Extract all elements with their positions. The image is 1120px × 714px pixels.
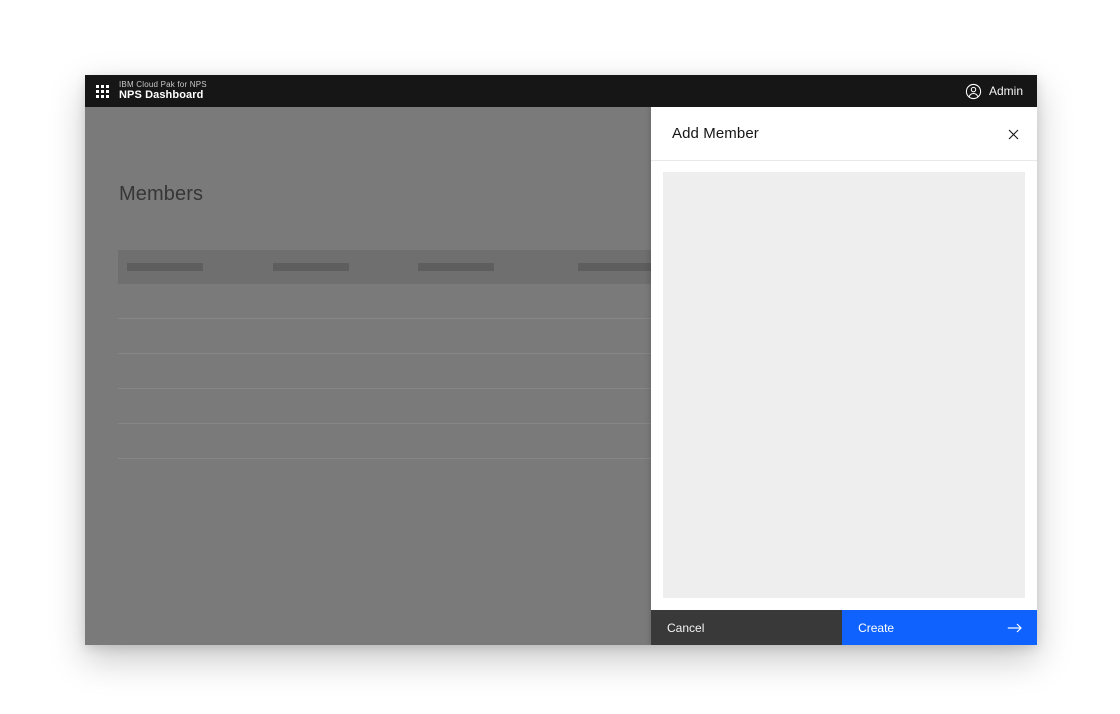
skeleton-header-bar <box>127 263 203 271</box>
arrow-right-icon <box>1007 622 1023 634</box>
page-title: Members <box>119 183 203 206</box>
user-avatar-icon <box>965 83 982 100</box>
panel-body <box>651 161 1037 610</box>
add-member-panel: Add Member Cancel Create <box>651 107 1037 645</box>
create-button-label: Create <box>858 621 894 635</box>
close-icon <box>1007 128 1020 141</box>
panel-title: Add Member <box>672 125 759 142</box>
grid-switcher-icon <box>96 85 109 98</box>
cancel-button-label: Cancel <box>667 621 704 635</box>
app-switcher-button[interactable] <box>85 75 119 107</box>
panel-header: Add Member <box>651 107 1037 161</box>
form-placeholder <box>663 172 1025 598</box>
app-header: IBM Cloud Pak for NPS NPS Dashboard Admi… <box>85 75 1037 107</box>
product-line-label: IBM Cloud Pak for NPS <box>119 80 207 89</box>
panel-footer: Cancel Create <box>651 610 1037 645</box>
cancel-button[interactable]: Cancel <box>651 610 842 645</box>
header-titles: IBM Cloud Pak for NPS NPS Dashboard <box>119 80 207 102</box>
app-window: IBM Cloud Pak for NPS NPS Dashboard Admi… <box>85 75 1037 645</box>
app-name-label: NPS Dashboard <box>119 89 207 102</box>
skeleton-header-bar <box>418 263 494 271</box>
skeleton-header-bar <box>273 263 349 271</box>
user-menu[interactable]: Admin <box>965 75 1023 107</box>
close-button[interactable] <box>997 118 1029 150</box>
page-background: IBM Cloud Pak for NPS NPS Dashboard Admi… <box>0 0 1120 714</box>
skeleton-header-bar <box>578 263 654 271</box>
create-button[interactable]: Create <box>842 610 1037 645</box>
user-label: Admin <box>989 84 1023 98</box>
